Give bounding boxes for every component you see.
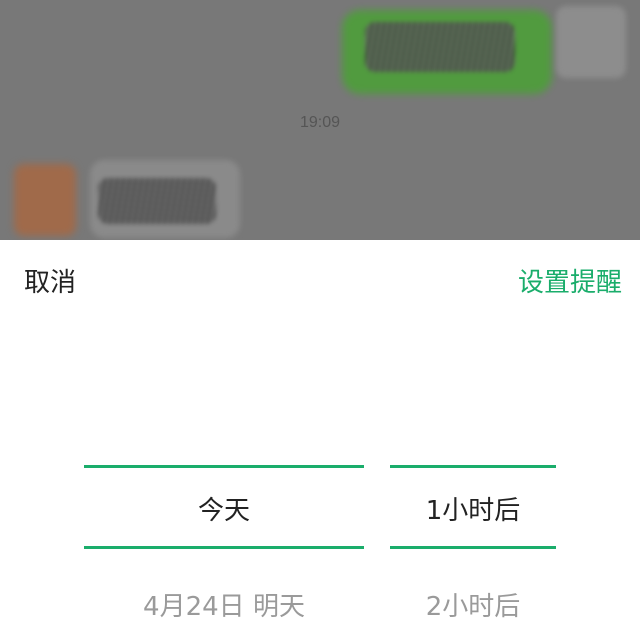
chat-background-overlay[interactable]: 19:09	[0, 0, 640, 240]
hour-picker-wheel[interactable]: 1小时后 2小时后	[390, 390, 556, 640]
date-picker-wheel[interactable]: 今天 4月24日 明天	[84, 390, 364, 640]
date-selection-line-top	[84, 465, 364, 468]
hour-selection-line-top	[390, 465, 556, 468]
hour-option-selected[interactable]: 1小时后	[390, 490, 556, 527]
message-timestamp: 19:09	[299, 114, 341, 131]
date-option-selected[interactable]: 今天	[84, 490, 364, 527]
date-selection-line-bottom	[84, 546, 364, 549]
hour-option-next[interactable]: 2小时后	[390, 586, 556, 623]
cancel-button[interactable]: 取消	[24, 262, 76, 299]
sheet-header: 取消 设置提醒	[0, 240, 640, 316]
reminder-bottom-sheet: 取消 设置提醒 今天 4月24日 明天 1小时后 2小时后	[0, 240, 640, 640]
sent-message-redaction	[365, 22, 515, 72]
set-reminder-button[interactable]: 设置提醒	[518, 262, 622, 299]
reminder-screen: 19:09 取消 设置提醒 今天 4月24日 明天 1小时后 2小时后	[0, 0, 640, 640]
date-option-next[interactable]: 4月24日 明天	[84, 586, 364, 623]
received-message-redaction	[98, 178, 216, 224]
contact-avatar	[14, 164, 76, 236]
own-avatar	[556, 6, 626, 78]
hour-selection-line-bottom	[390, 546, 556, 549]
